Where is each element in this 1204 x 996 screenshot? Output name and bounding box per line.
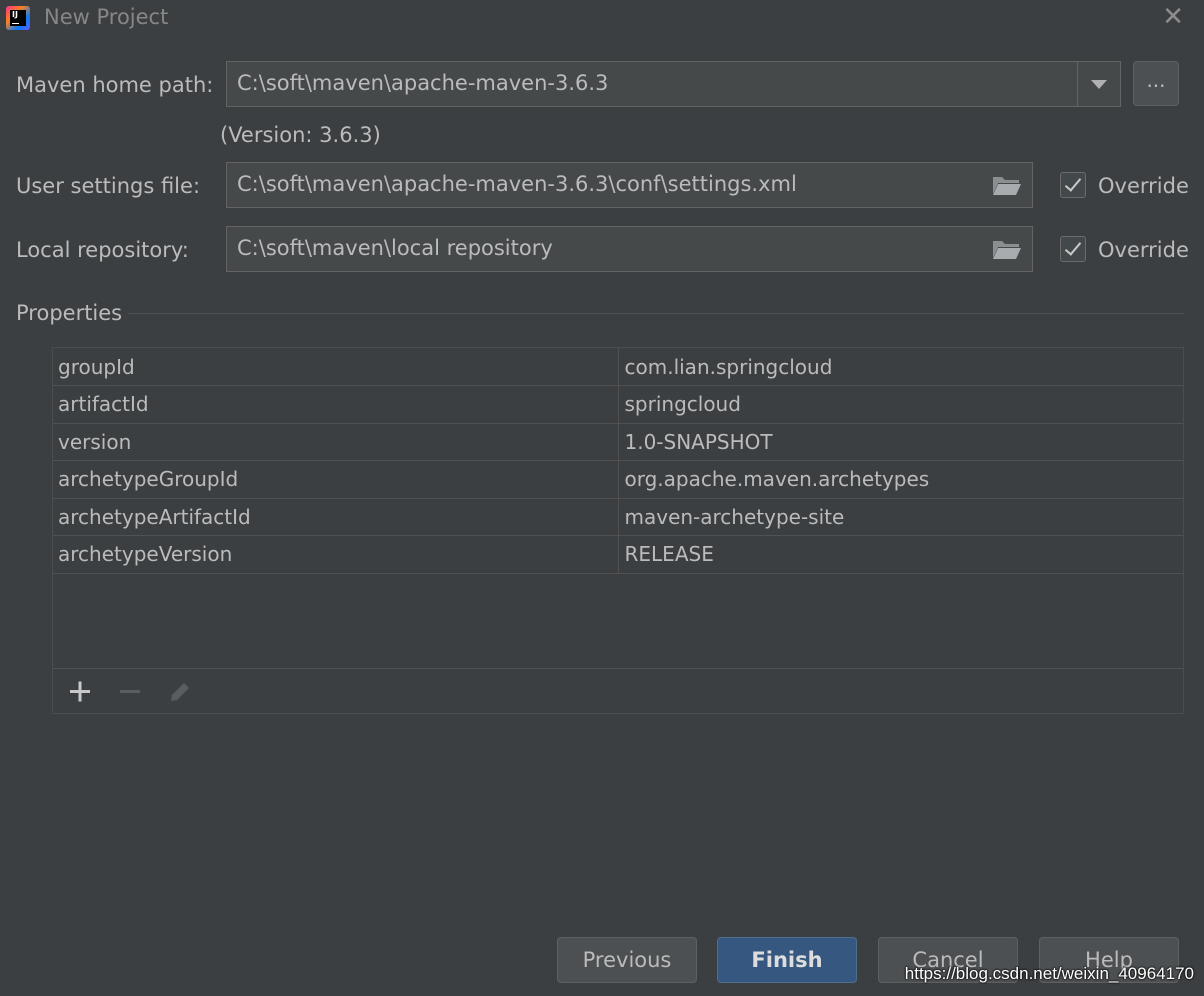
folder-icon[interactable] [992,238,1022,260]
local-repo-override-label[interactable]: Override [1098,238,1189,262]
property-key[interactable]: archetypeGroupId [53,460,619,499]
section-divider [128,313,1184,314]
property-key[interactable]: archetypeVersion [53,535,619,574]
property-key[interactable]: groupId [53,348,619,386]
properties-table: groupId com.lian.springcloud artifactId … [53,348,1183,574]
local-repo-field[interactable]: C:\soft\maven\local repository [226,226,1033,272]
user-settings-override-checkbox[interactable] [1060,172,1086,198]
table-row[interactable]: archetypeGroupId org.apache.maven.archet… [53,460,1183,499]
maven-home-label: Maven home path: [16,73,214,97]
local-repo-value: C:\soft\maven\local repository [237,236,553,260]
properties-section-title: Properties [16,301,123,325]
finish-button[interactable]: Finish [717,937,857,983]
maven-version-text: (Version: 3.6.3) [220,123,381,147]
property-value[interactable]: RELEASE [618,535,1183,574]
logo-text: IJ [10,10,26,26]
property-key[interactable]: artifactId [53,385,619,424]
maven-home-value: C:\soft\maven\apache-maven-3.6.3 [237,71,609,95]
property-value[interactable]: com.lian.springcloud [618,348,1183,386]
local-repo-override-checkbox[interactable] [1060,236,1086,262]
property-value[interactable]: 1.0-SNAPSHOT [618,423,1183,461]
close-icon[interactable]: ✕ [1162,2,1184,32]
table-row[interactable]: groupId com.lian.springcloud [53,348,1183,386]
intellij-logo-icon: IJ [6,6,30,30]
user-settings-label: User settings file: [16,174,201,198]
user-settings-value: C:\soft\maven\apache-maven-3.6.3\conf\se… [237,172,797,196]
browse-button[interactable]: ... [1133,61,1179,106]
chevron-down-icon[interactable] [1077,62,1120,106]
table-row[interactable]: artifactId springcloud [53,385,1183,424]
properties-toolbar [53,668,1183,715]
table-row[interactable]: archetypeVersion RELEASE [53,535,1183,574]
folder-icon[interactable] [992,174,1022,196]
window-title: New Project [44,5,169,29]
user-settings-field[interactable]: C:\soft\maven\apache-maven-3.6.3\conf\se… [226,162,1033,208]
watermark-text: https://blog.csdn.net/weixin_40964170 [904,964,1194,983]
table-row[interactable]: archetypeArtifactId maven-archetype-site [53,498,1183,536]
property-key[interactable]: version [53,423,619,461]
property-value[interactable]: maven-archetype-site [618,498,1183,536]
local-repo-label: Local repository: [16,238,189,262]
new-project-dialog: IJ New Project ✕ Maven home path: C:\sof… [0,0,1204,996]
minus-icon[interactable] [115,677,145,707]
maven-home-combo[interactable]: C:\soft\maven\apache-maven-3.6.3 [226,61,1121,107]
user-settings-override-label[interactable]: Override [1098,174,1189,198]
previous-button[interactable]: Previous [557,937,697,983]
property-value[interactable]: springcloud [618,385,1183,424]
plus-icon[interactable] [65,677,95,707]
property-key[interactable]: archetypeArtifactId [53,498,619,536]
property-value[interactable]: org.apache.maven.archetypes [618,460,1183,499]
table-row[interactable]: version 1.0-SNAPSHOT [53,423,1183,461]
pencil-icon[interactable] [165,677,195,707]
properties-table-panel: groupId com.lian.springcloud artifactId … [52,347,1184,714]
